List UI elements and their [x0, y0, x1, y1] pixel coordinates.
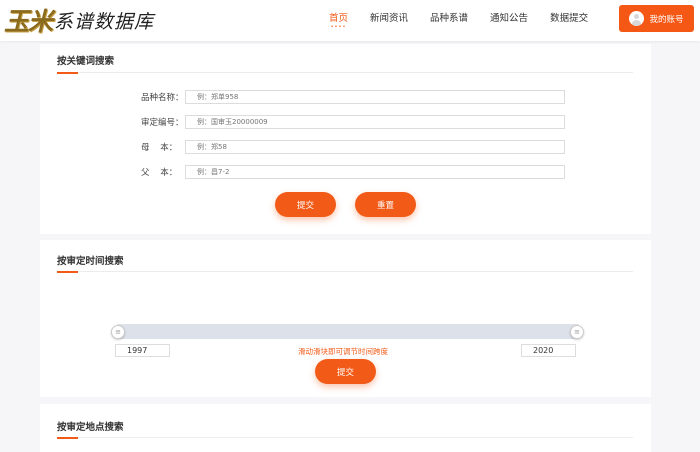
female-parent-label: 母 本：: [141, 143, 178, 153]
nav-news[interactable]: 新闻资讯: [359, 0, 419, 41]
main-nav: 首页 •••• 新闻资讯 品种系谱 通知公告 数据提交: [318, 0, 599, 41]
location-search-panel: 按审定地点搜索: [40, 404, 651, 452]
nav-variety-pedigree[interactable]: 品种系谱: [419, 0, 479, 41]
slider-end-handle[interactable]: ≡: [570, 325, 584, 339]
section-divider: [57, 271, 633, 272]
male-parent-input[interactable]: [185, 165, 565, 179]
nav-home[interactable]: 首页 ••••: [318, 0, 359, 41]
slider-start-handle[interactable]: ≡: [111, 325, 125, 339]
my-account-button[interactable]: 我的账号: [619, 5, 694, 32]
nav-announcements[interactable]: 通知公告: [479, 0, 539, 41]
time-submit-button[interactable]: 提交: [315, 359, 376, 384]
nav-data-submission[interactable]: 数据提交: [539, 0, 599, 41]
start-year-field[interactable]: 1997: [115, 344, 170, 357]
logo-calligraphy: 玉米: [4, 7, 53, 36]
my-account-label: 我的账号: [649, 14, 684, 25]
year-range-slider[interactable]: [117, 324, 579, 339]
approval-number-input[interactable]: [185, 115, 565, 129]
variety-name-input[interactable]: [185, 90, 565, 104]
keyword-search-panel: 按关键词搜索: [40, 44, 651, 234]
site-logo[interactable]: 玉米 系谱数据库: [4, 2, 154, 38]
logo-title: 系谱数据库: [54, 10, 155, 33]
section-accent-bar: [57, 271, 78, 273]
section-accent-bar: [57, 437, 78, 439]
end-year-field[interactable]: 2020: [521, 344, 576, 357]
approval-number-label: 审定编号：: [141, 118, 184, 128]
slider-hint-text: 滑动滑块即可调节时间跨度: [298, 347, 388, 356]
nav-announcements-label: 通知公告: [490, 13, 529, 24]
location-search-title: 按审定地点搜索: [57, 422, 124, 433]
female-parent-input[interactable]: [185, 140, 565, 154]
time-search-title: 按审定时间搜索: [57, 256, 124, 267]
nav-home-label: 首页: [329, 13, 349, 24]
section-accent-bar: [57, 72, 78, 74]
section-divider: [57, 72, 633, 73]
nav-news-label: 新闻资讯: [370, 13, 409, 24]
section-divider: [57, 437, 633, 438]
top-header: 玉米 系谱数据库 首页 •••• 新闻资讯 品种系谱 通知公告 数据提交 我的账…: [0, 0, 700, 41]
variety-name-label: 品种名称：: [141, 93, 184, 103]
nav-data-submission-label: 数据提交: [550, 13, 589, 24]
male-parent-label: 父 本：: [141, 168, 178, 178]
nav-variety-pedigree-label: 品种系谱: [430, 13, 469, 24]
keyword-submit-button[interactable]: 提交: [275, 192, 336, 217]
keyword-reset-button[interactable]: 重置: [355, 192, 416, 217]
nav-active-indicator: ••••: [330, 24, 347, 30]
keyword-search-title: 按关键词搜索: [57, 56, 115, 67]
user-avatar-icon: [629, 11, 645, 26]
